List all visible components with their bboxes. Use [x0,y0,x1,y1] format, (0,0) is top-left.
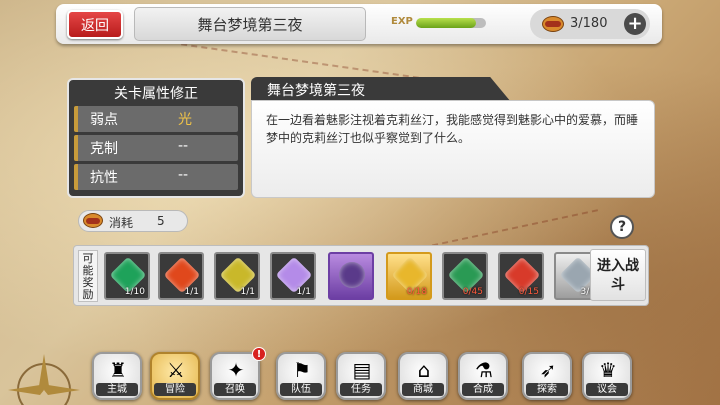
description-text: 在一边看着魅影注视着克莉丝汀，我能感觉得到魅影心中的爱慕，而睡梦中的克莉丝汀也似… [251,100,655,198]
attribute-value: -- [178,138,189,154]
exp-label: EXP [391,16,413,27]
summon-cards-icon: ✦ [227,358,245,382]
character-portrait-icon [333,256,371,294]
attribute-panel-title: 关卡属性修正 [114,86,198,102]
top-bar: 返回 舞台梦境第三夜 EXP 3/180 + [56,4,662,44]
quest-book-icon: ▤ [352,358,372,382]
shop-tent-icon: ⌂ [417,358,431,382]
enter-battle-button[interactable]: 进入战斗 [590,249,646,301]
stamina-value: 3/180 [570,16,608,31]
help-button[interactable]: ? [610,215,634,239]
attribute-key: 抗性 [90,170,118,186]
reward-item[interactable]: 0/15 [498,252,544,300]
reward-count: 0/18 [406,287,427,297]
reward-item[interactable] [328,252,374,300]
nav-button-label: 冒险 [154,383,196,396]
reward-item[interactable]: 0/45 [442,252,488,300]
attribute-row-counter: 克制 -- [74,135,238,161]
team-banner-icon: ⚑ [293,358,311,382]
attribute-row-weakness: 弱点 光 [74,106,238,132]
exp-bar-fill [416,18,476,28]
nav-button-label: 队伍 [280,383,322,396]
council-crown-icon: ♛ [599,358,617,382]
energy-cost-value: 5 [157,214,165,228]
stage-attribute-panel: 关卡属性修正 弱点 光 克制 -- 抗性 -- [67,78,245,198]
compass-bow-icon: ➶ [539,358,557,382]
nav-button-label: 主城 [96,383,138,396]
summon-notification-badge: ! [252,347,266,361]
map-route-line [181,43,419,79]
nav-button-label: 议会 [586,383,628,396]
reward-count: 1/1 [240,287,255,297]
nav-button-castle[interactable]: ♜ 主城 [92,352,142,400]
reward-count: 0/45 [462,287,483,297]
reward-item[interactable]: 1/10 [104,252,150,300]
back-button[interactable]: 返回 [67,10,123,39]
attribute-row-resistance: 抗性 -- [74,164,238,190]
reward-count: 1/10 [124,287,145,297]
nav-button-label: 商城 [402,383,444,396]
add-stamina-button[interactable]: + [624,13,646,35]
hotdog-icon [83,213,103,228]
attribute-key: 克制 [90,141,118,157]
nav-button-council-crown[interactable]: ♛ 议会 [582,352,632,400]
description-title: 舞台梦境第三夜 [251,77,511,102]
hotdog-icon [542,16,564,32]
nav-button-compass-bow[interactable]: ➶ 探索 [522,352,572,400]
reward-bar: 可能奖励 1/10 1/1 1/1 1/1 0/18 0/45 0/15 3/8 [73,245,649,306]
attribute-value: 光 [178,112,192,128]
crafting-icon: ⚗ [475,358,493,382]
reward-count: 1/1 [296,287,311,297]
rewards-label: 可能奖励 [78,250,98,302]
swords-icon: ⚔ [167,358,185,382]
reward-count: 0/15 [518,287,539,297]
reward-item[interactable]: 0/18 [386,252,432,300]
stage-title: 舞台梦境第三夜 [134,7,366,41]
energy-cost: 消耗 5 [78,210,188,232]
nav-button-label: 合成 [462,383,504,396]
reward-count: 1/1 [184,287,199,297]
compass-rose-icon [8,354,80,405]
nav-button-quest-book[interactable]: ▤ 任务 [336,352,386,400]
castle-icon: ♜ [109,358,127,382]
nav-button-label: 探索 [526,383,568,396]
reward-item[interactable]: 1/1 [270,252,316,300]
exp-bar [416,18,486,28]
reward-item[interactable]: 1/1 [214,252,260,300]
nav-button-label: 召唤 [214,383,256,396]
nav-button-team-banner[interactable]: ⚑ 队伍 [276,352,326,400]
nav-button-shop-tent[interactable]: ⌂ 商城 [398,352,448,400]
attribute-value: -- [178,167,189,183]
nav-button-crafting[interactable]: ⚗ 合成 [458,352,508,400]
reward-item[interactable]: 1/1 [158,252,204,300]
nav-button-label: 任务 [340,383,382,396]
nav-button-summon-cards[interactable]: ✦ 召唤 [210,352,260,400]
stamina-counter: 3/180 + [530,9,650,39]
nav-button-swords[interactable]: ⚔ 冒险 [150,352,200,400]
energy-cost-label: 消耗 [109,216,134,230]
attribute-key: 弱点 [90,112,118,128]
